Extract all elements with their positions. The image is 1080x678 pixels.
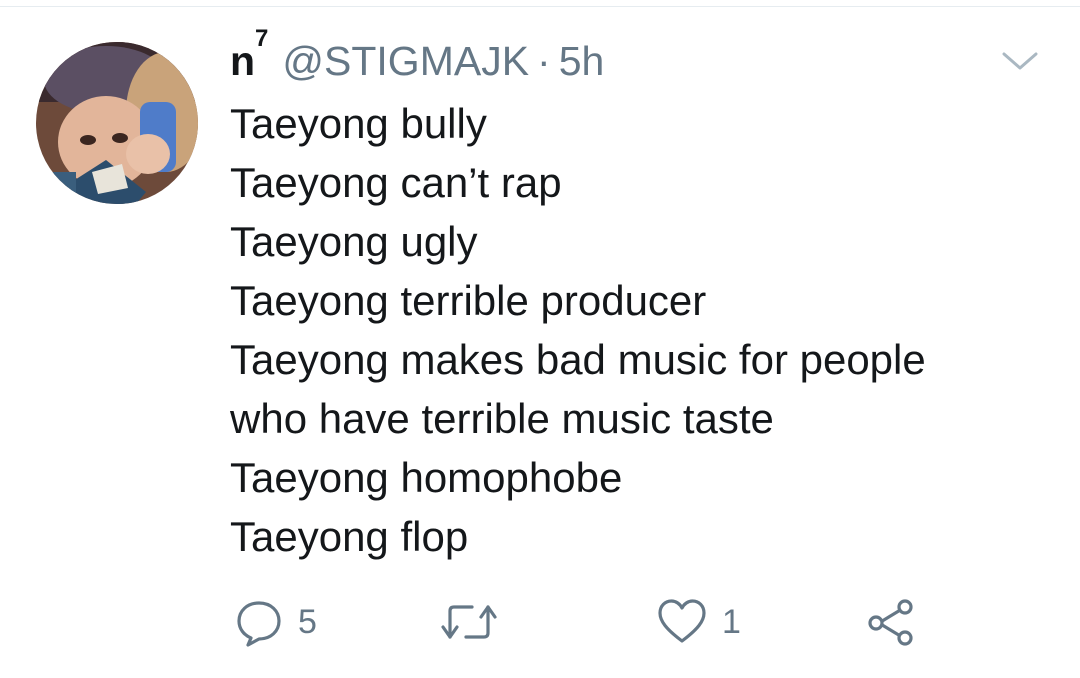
share-button[interactable]: [866, 592, 916, 652]
share-icon: [868, 599, 913, 646]
reply-icon: [237, 601, 281, 647]
tweet-line: who have terrible music taste: [230, 395, 774, 442]
tweet-line: Taeyong terrible producer: [230, 277, 707, 324]
retweet-icon: [441, 605, 497, 639]
tweet-line: Taeyong flop: [230, 513, 469, 560]
user-handle[interactable]: @STIGMAJK: [282, 36, 529, 86]
timestamp[interactable]: 5h: [559, 36, 605, 86]
avatar[interactable]: [36, 42, 198, 204]
name-superscript: 7: [255, 25, 269, 53]
tweet-line: Taeyong homophobe: [230, 454, 623, 501]
tweet-line: Taeyong can’t rap: [230, 159, 562, 206]
top-divider: [0, 6, 1080, 7]
chevron-down-icon: [1002, 52, 1038, 70]
like-button[interactable]: 1: [656, 592, 741, 652]
reply-count: 5: [298, 602, 317, 641]
tweet-line: Taeyong makes bad music for people: [230, 336, 926, 383]
tweet-line: Taeyong ugly: [230, 218, 478, 265]
avatar-photo: [36, 42, 198, 204]
action-bar: 5 1: [0, 592, 1080, 652]
tweet-line: Taeyong bully: [230, 100, 487, 147]
reply-button[interactable]: 5: [234, 592, 317, 652]
separator-dot: ·: [537, 38, 551, 84]
tweet-text: Taeyong bully Taeyong can’t rap Taeyong …: [230, 94, 1050, 566]
more-options-button[interactable]: [998, 46, 1042, 76]
retweet-button[interactable]: [440, 592, 512, 652]
like-count: 1: [722, 602, 741, 641]
heart-icon: [658, 599, 706, 643]
tweet-header: n7 @STIGMAJK · 5h: [230, 27, 605, 86]
display-name[interactable]: n7: [230, 27, 268, 86]
